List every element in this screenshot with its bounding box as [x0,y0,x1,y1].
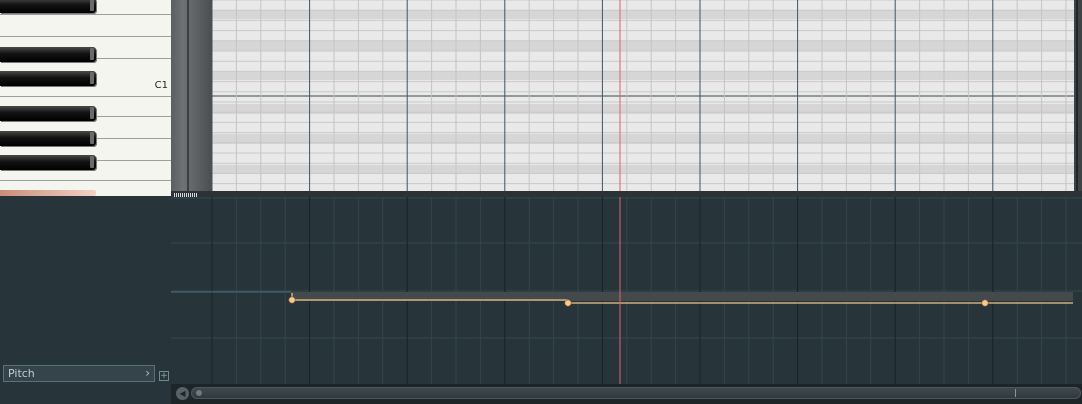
automation-canvas[interactable] [171,197,1082,384]
black-key[interactable] [0,106,96,121]
automation-point [288,296,296,304]
event-editor-grid[interactable] [171,197,1082,384]
highlighted-key[interactable] [0,190,96,196]
note-grid-gutter [171,0,212,196]
note-row-dark [212,10,1074,19]
note-grid-right-edge [1074,0,1082,196]
scroll-position-marker [1015,389,1016,397]
white-key-divider [0,96,171,97]
scroll-track[interactable] [191,387,1081,399]
scroll-thumb[interactable] [196,390,202,396]
horizontal-scrollbar[interactable]: ◀ [171,384,1082,404]
black-key[interactable] [0,47,96,62]
white-key-divider [0,36,171,37]
black-key[interactable] [0,155,96,170]
octave-label: C1 [154,80,168,91]
white-key-divider [0,180,171,181]
parameter-label: Pitch [8,367,35,380]
chevron-right-icon: › [145,366,150,380]
note-grid-canvas[interactable] [212,0,1074,196]
plus-icon[interactable]: + [159,371,169,381]
circle-arrow-left-icon[interactable]: ◀ [176,387,189,400]
black-key[interactable] [0,71,96,86]
piano-keyboard[interactable]: C1 [0,0,171,196]
automation-point [564,299,572,307]
white-key-divider [0,14,171,15]
parameter-select[interactable]: Pitch › [3,365,155,382]
black-key[interactable] [0,0,96,13]
note-row-dark [212,165,1074,174]
black-key[interactable] [0,131,96,146]
note-grid[interactable] [212,0,1074,196]
automation-point [981,299,989,307]
note-row-dark [212,41,1074,51]
note-row-dark [212,72,1074,80]
